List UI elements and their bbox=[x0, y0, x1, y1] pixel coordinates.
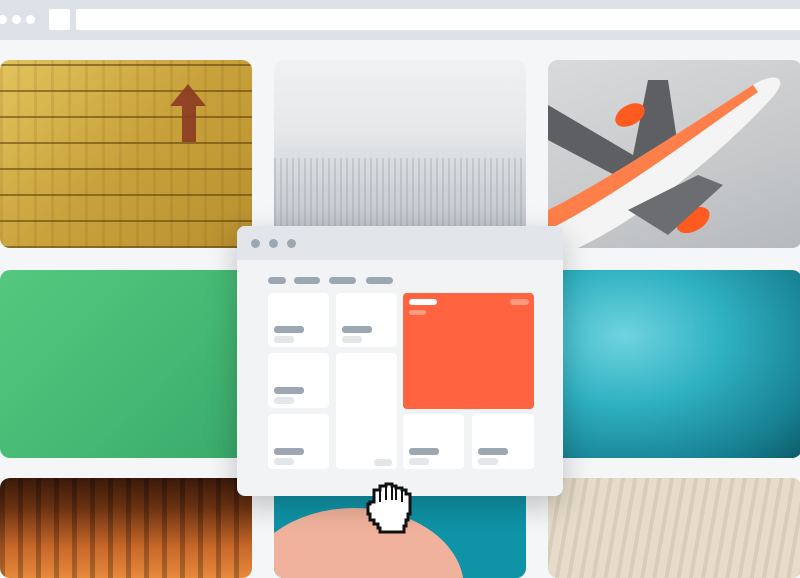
browser-toolbar bbox=[0, 0, 800, 40]
grab-hand-icon bbox=[366, 482, 412, 534]
grid-card[interactable] bbox=[472, 414, 534, 469]
light-wood-photo[interactable] bbox=[548, 478, 800, 578]
grid-card[interactable] bbox=[268, 414, 329, 469]
window-dot[interactable] bbox=[0, 15, 7, 24]
grid-card[interactable] bbox=[403, 414, 464, 469]
window-dot[interactable] bbox=[287, 239, 296, 248]
airplane-photo[interactable] bbox=[548, 60, 800, 248]
window-dot[interactable] bbox=[251, 239, 260, 248]
nav-item[interactable] bbox=[366, 277, 393, 284]
nav-item[interactable] bbox=[329, 277, 356, 284]
address-bar[interactable] bbox=[76, 9, 800, 30]
nav-item[interactable] bbox=[268, 277, 286, 284]
app-preview-window bbox=[237, 226, 563, 496]
airplane-icon bbox=[548, 77, 781, 248]
window-dot[interactable] bbox=[12, 15, 21, 24]
window-titlebar bbox=[237, 226, 563, 260]
wood-arrow-photo[interactable] bbox=[0, 60, 252, 248]
jellyfish-photo[interactable] bbox=[548, 270, 800, 458]
grid-card[interactable] bbox=[268, 293, 329, 347]
window-dot[interactable] bbox=[26, 15, 35, 24]
selected-card[interactable] bbox=[403, 293, 534, 409]
foggy-forest-photo[interactable] bbox=[274, 60, 526, 248]
tab-button[interactable] bbox=[49, 9, 70, 30]
fire-photo[interactable] bbox=[0, 478, 252, 578]
grid-card-tall[interactable] bbox=[336, 353, 397, 469]
nav-item[interactable] bbox=[294, 277, 320, 284]
green-texture-photo[interactable] bbox=[0, 270, 252, 458]
arrow-up-icon bbox=[170, 84, 206, 142]
grid-card[interactable] bbox=[268, 353, 329, 408]
window-dot[interactable] bbox=[269, 239, 278, 248]
grid-card[interactable] bbox=[336, 293, 397, 347]
